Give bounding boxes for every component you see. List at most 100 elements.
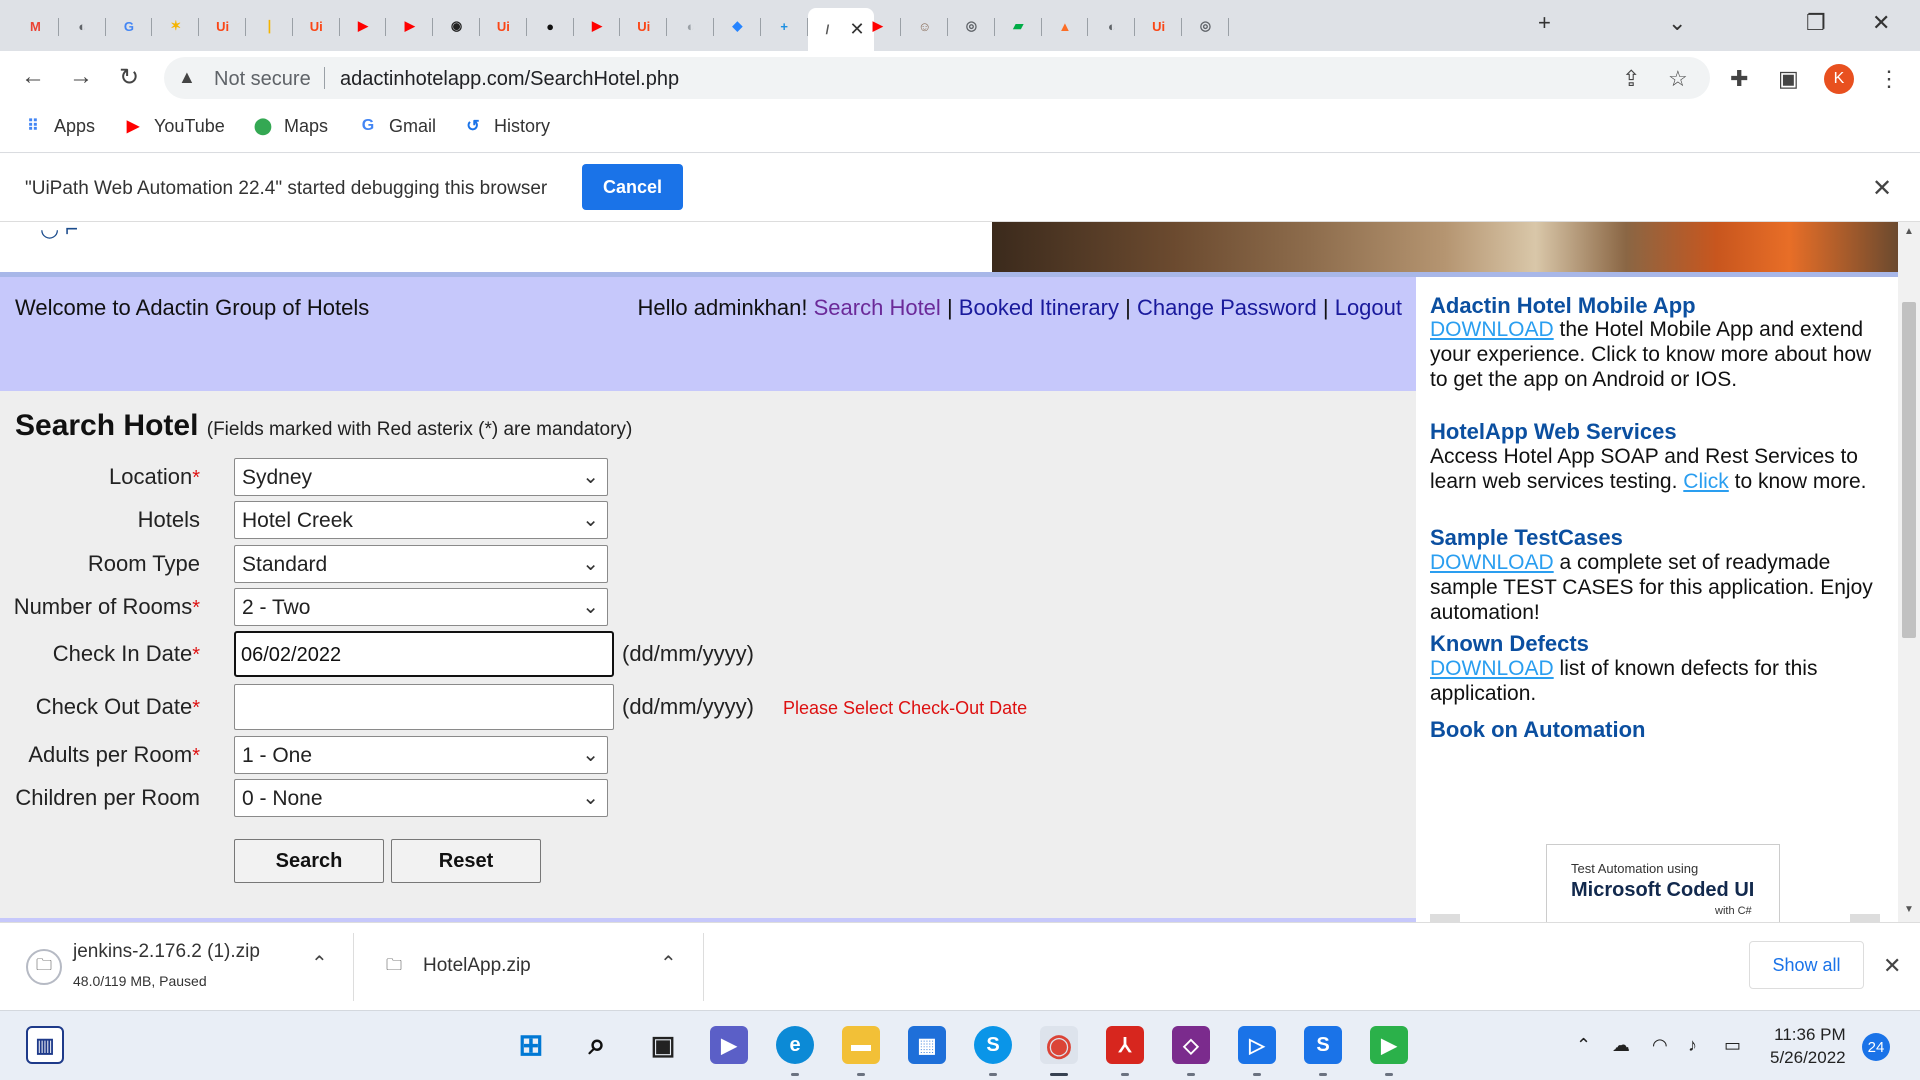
bookmark-history[interactable]: ↺ History: [462, 115, 550, 137]
chevron-up-icon[interactable]: ⌃: [660, 951, 677, 976]
reload-icon[interactable]: ↻: [114, 63, 144, 92]
page-scrollbar[interactable]: ▲ ▼: [1898, 222, 1920, 922]
warning-icon[interactable]: ▲: [178, 67, 196, 88]
skype-icon[interactable]: S: [974, 1026, 1012, 1064]
side-panel-icon[interactable]: ▣: [1778, 66, 1799, 92]
acrobat-icon[interactable]: ⅄: [1106, 1026, 1144, 1064]
store-icon[interactable]: ▦: [908, 1026, 946, 1064]
nav-search-hotel[interactable]: Search Hotel: [814, 295, 941, 320]
uipath-studio-icon[interactable]: S: [1304, 1026, 1342, 1064]
reset-button[interactable]: Reset: [391, 839, 541, 883]
uipath-robot-icon[interactable]: ▷: [1238, 1026, 1276, 1064]
search-button[interactable]: Search: [234, 839, 384, 883]
menu-icon[interactable]: ⋮: [1878, 66, 1900, 92]
star-icon[interactable]: ☆: [1668, 66, 1688, 92]
download-item[interactable]: 🗀 jenkins-2.176.2 (1).zip 48.0/119 MB, P…: [0, 923, 354, 1011]
browser-tab[interactable]: ◉: [433, 8, 480, 44]
browser-tab[interactable]: ●: [527, 8, 574, 44]
tray-overflow-icon[interactable]: ⌃: [1576, 1035, 1591, 1056]
location-select[interactable]: Sydney ⌄: [234, 458, 608, 496]
mobile-download-link[interactable]: DOWNLOAD: [1430, 318, 1554, 341]
browser-tab[interactable]: ▶: [854, 8, 902, 44]
scroll-thumb[interactable]: [1902, 302, 1916, 638]
browser-tab[interactable]: ▶: [574, 8, 621, 44]
system-clock[interactable]: 11:36 PM 5/26/2022: [1770, 1023, 1846, 1069]
browser-tab[interactable]: Ui: [199, 8, 246, 44]
forward-icon[interactable]: →: [66, 63, 96, 91]
browser-tab[interactable]: ☺: [901, 8, 948, 44]
browser-tab[interactable]: Ui: [293, 8, 340, 44]
back-icon[interactable]: ←: [18, 63, 48, 91]
scroll-down-icon[interactable]: ▼: [1904, 904, 1914, 915]
cancel-debugging-button[interactable]: Cancel: [582, 164, 683, 210]
browser-tab[interactable]: ◐: [667, 8, 714, 44]
known-defects-download-link[interactable]: DOWNLOAD: [1430, 657, 1554, 680]
widgets-icon[interactable]: ▥: [26, 1026, 64, 1064]
nav-logout[interactable]: Logout: [1335, 295, 1402, 320]
adults-select[interactable]: 1 - One ⌄: [234, 736, 608, 774]
volume-icon[interactable]: ♪: [1688, 1035, 1697, 1056]
bookmark-maps[interactable]: ⬤ Maps: [252, 115, 328, 137]
teams-chat-icon[interactable]: ▶: [710, 1026, 748, 1064]
book-cover[interactable]: Test Automation using Microsoft Coded UI…: [1546, 844, 1780, 922]
new-tab-icon[interactable]: +: [1538, 10, 1551, 36]
browser-tab[interactable]: ◎: [1182, 8, 1229, 44]
browser-tab[interactable]: +: [761, 8, 808, 44]
search-icon[interactable]: ⌕: [578, 1026, 616, 1064]
task-view-icon[interactable]: ▣: [644, 1026, 682, 1064]
browser-tab[interactable]: ▲: [1042, 8, 1089, 44]
web-services-click-link[interactable]: Click: [1683, 470, 1729, 493]
notification-badge[interactable]: 24: [1862, 1033, 1890, 1061]
tab-search-icon[interactable]: ⌄: [1668, 10, 1686, 36]
rooms-select[interactable]: 2 - Two ⌄: [234, 588, 608, 626]
browser-tab[interactable]: ◎: [948, 8, 995, 44]
browser-tab[interactable]: ▶: [386, 8, 434, 44]
browser-tab[interactable]: ▶: [340, 8, 387, 44]
onedrive-icon[interactable]: ☁: [1612, 1035, 1630, 1056]
profile-avatar[interactable]: K: [1824, 64, 1854, 94]
wifi-icon[interactable]: ◠: [1652, 1035, 1668, 1056]
test-cases-download-link[interactable]: DOWNLOAD: [1430, 551, 1554, 574]
extensions-icon[interactable]: ✚: [1730, 66, 1748, 92]
browser-tab[interactable]: ◐: [1088, 8, 1136, 44]
address-bar[interactable]: ▲ Not secure adactinhotelapp.com/SearchH…: [164, 57, 1710, 99]
browser-tab[interactable]: G: [106, 8, 153, 44]
bookmark-apps[interactable]: ⠿ Apps: [22, 115, 95, 137]
close-window-icon[interactable]: ✕: [1872, 10, 1890, 36]
browser-tab[interactable]: ✶: [152, 8, 200, 44]
browser-tab[interactable]: ▰: [995, 8, 1042, 44]
children-select[interactable]: 0 - None ⌄: [234, 779, 608, 817]
bookmark-youtube[interactable]: ▶ YouTube: [122, 115, 225, 137]
browser-tab[interactable]: M: [12, 8, 59, 44]
nav-change-password[interactable]: Change Password: [1137, 295, 1317, 320]
show-all-downloads-button[interactable]: Show all: [1749, 941, 1864, 989]
chevron-up-icon[interactable]: ⌃: [311, 951, 328, 976]
browser-tab[interactable]: ❘: [246, 8, 293, 44]
share-icon[interactable]: ⇪: [1622, 66, 1640, 92]
browser-tab[interactable]: Ui: [1135, 8, 1182, 44]
edge-icon[interactable]: e: [776, 1026, 814, 1064]
nav-booked-itinerary[interactable]: Booked Itinerary: [959, 295, 1119, 320]
browser-tab[interactable]: ◆: [714, 8, 761, 44]
hotels-select[interactable]: Hotel Creek ⌄: [234, 501, 608, 539]
restore-window-icon[interactable]: ❐: [1806, 10, 1826, 36]
browser-tab[interactable]: Ui: [620, 8, 668, 44]
bookmark-gmail[interactable]: G Gmail: [357, 115, 436, 137]
close-infobar-icon[interactable]: ✕: [1872, 174, 1892, 203]
scroll-up-icon[interactable]: ▲: [1904, 226, 1914, 237]
browser-tab[interactable]: Ui: [480, 8, 527, 44]
assistant-icon[interactable]: ◇: [1172, 1026, 1210, 1064]
browser-tab[interactable]: ◐: [59, 8, 106, 44]
battery-icon[interactable]: ▭: [1724, 1035, 1741, 1056]
chrome-icon[interactable]: ◉: [1040, 1026, 1078, 1064]
file-explorer-icon[interactable]: ▬: [842, 1026, 880, 1064]
carousel-next-arrow[interactable]: [1850, 914, 1880, 922]
close-downloads-icon[interactable]: ✕: [1883, 953, 1901, 979]
room-type-select[interactable]: Standard ⌄: [234, 545, 608, 583]
check-out-input[interactable]: [234, 684, 614, 730]
download-item[interactable]: 🗀 HotelApp.zip ⌃: [354, 923, 704, 1011]
carousel-prev-arrow[interactable]: [1430, 914, 1460, 922]
url-text[interactable]: adactinhotelapp.com/SearchHotel.php: [340, 68, 679, 91]
security-label[interactable]: Not secure: [214, 68, 311, 91]
uipath-assistant-icon[interactable]: ▶: [1370, 1026, 1408, 1064]
